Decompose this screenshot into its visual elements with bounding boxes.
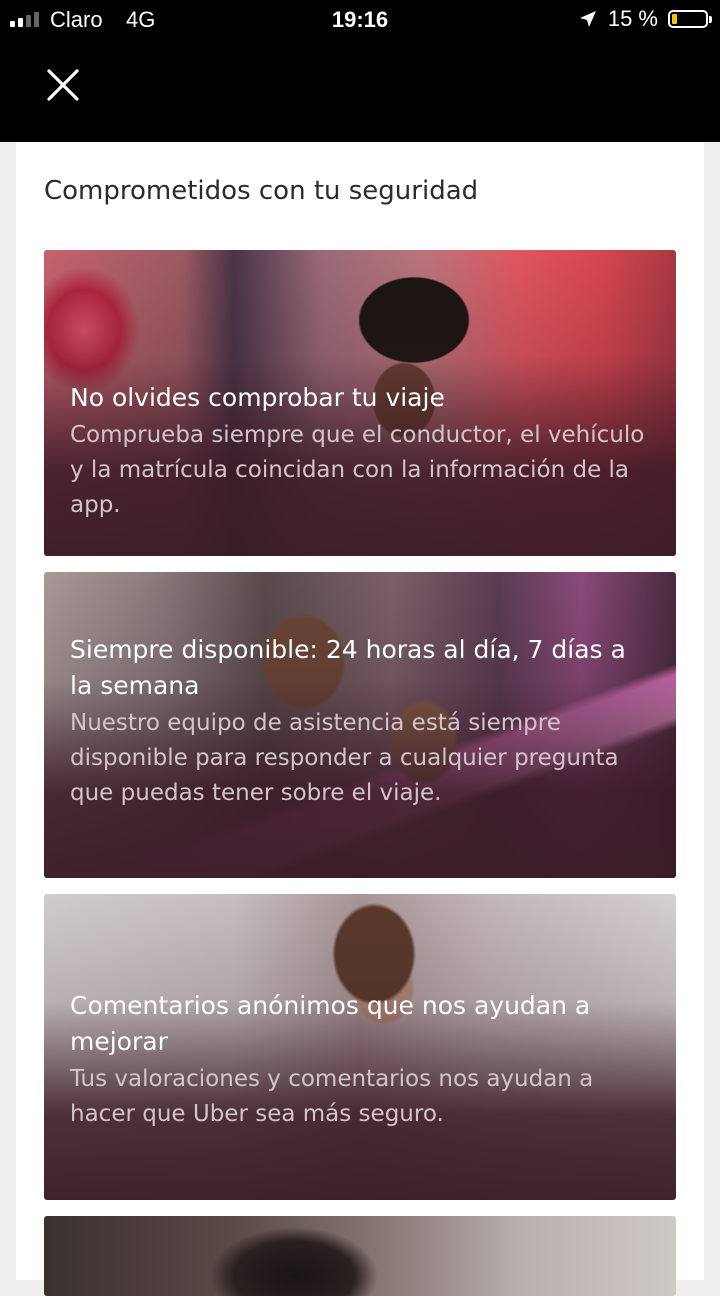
- location-arrow-icon: [579, 11, 596, 27]
- card-description: Nuestro equipo de asistencia está siempr…: [70, 710, 619, 806]
- card-title: Siempre disponible: 24 horas al día, 7 d…: [70, 635, 626, 700]
- card-title: No olvides comprobar tu viaje: [70, 383, 445, 412]
- content-sheet: Comprometidos con tu seguridad No olvide…: [16, 142, 704, 1296]
- top-bar: [0, 40, 720, 142]
- battery-icon: [668, 10, 712, 28]
- safety-card-check-trip[interactable]: No olvides comprobar tu viaje Comprueba …: [44, 250, 676, 556]
- close-button[interactable]: [40, 62, 86, 108]
- card-description: Comprueba siempre que el conductor, el v…: [70, 422, 645, 518]
- battery-percent: 15 %: [607, 6, 658, 31]
- card-title: Comentarios anónimos que nos ayudan a me…: [70, 991, 591, 1056]
- close-icon: [47, 69, 79, 101]
- safety-card-partial[interactable]: [44, 1216, 676, 1296]
- status-bar: Claro 4G 19:16 15 %: [0, 0, 720, 40]
- card-photo: [44, 1216, 676, 1296]
- safety-card-support[interactable]: Siempre disponible: 24 horas al día, 7 d…: [44, 572, 676, 878]
- card-description: Tus valoraciones y comentarios nos ayuda…: [70, 1066, 594, 1127]
- page-title: Comprometidos con tu seguridad: [44, 176, 479, 206]
- battery-level: [672, 14, 677, 24]
- safety-card-feedback[interactable]: Comentarios anónimos que nos ayudan a me…: [44, 894, 676, 1200]
